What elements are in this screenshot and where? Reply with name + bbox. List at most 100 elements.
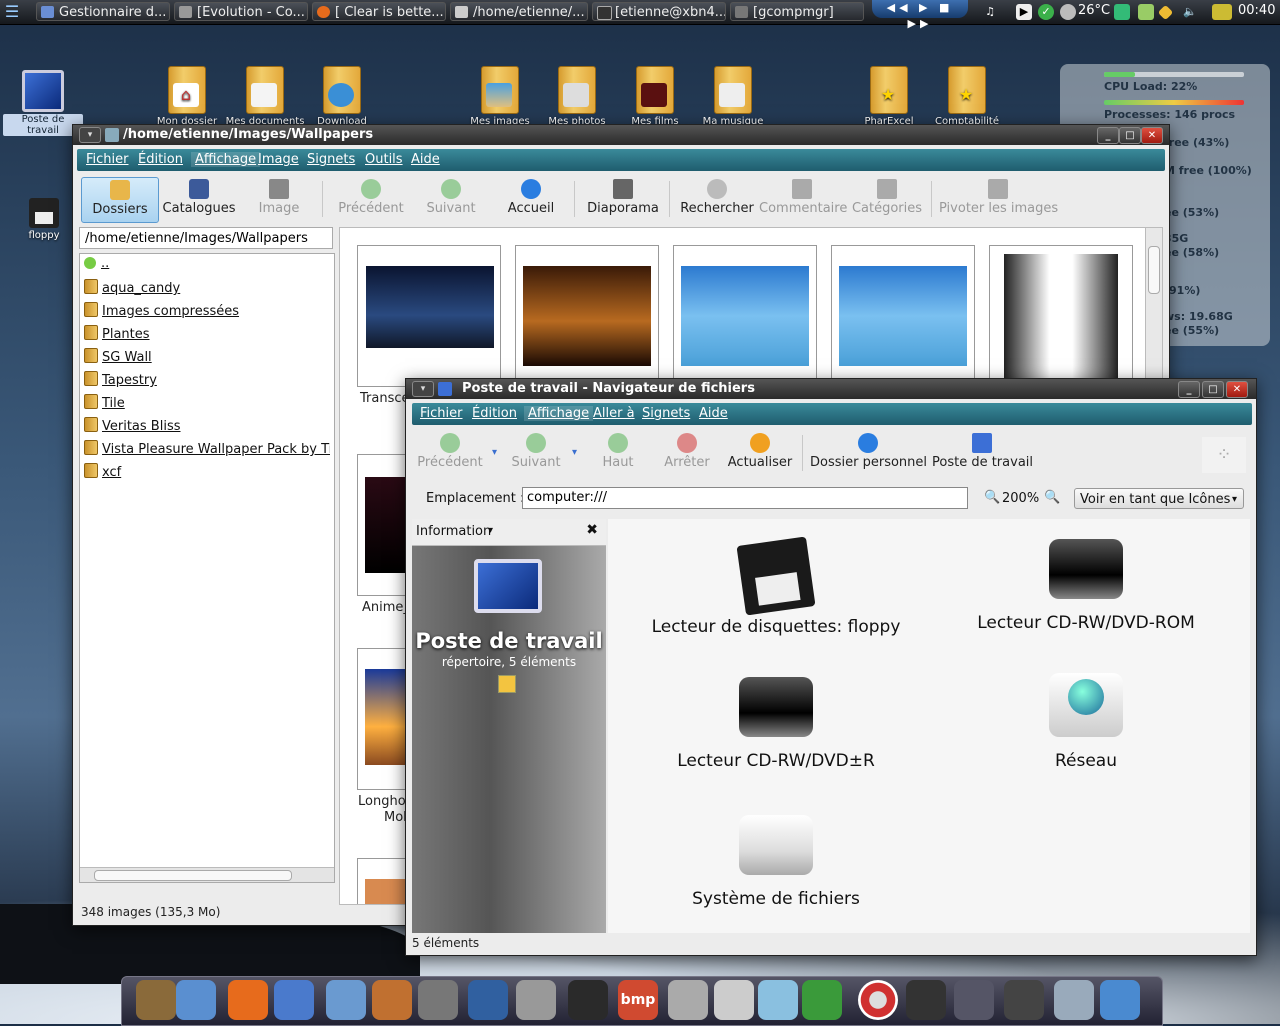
play-icon[interactable]: ▶: [1016, 4, 1032, 20]
volume-icon[interactable]: 🔈: [1182, 4, 1198, 20]
weather-tray-icon[interactable]: [1157, 4, 1174, 21]
eye-icon[interactable]: [568, 980, 608, 1020]
update-tray-icon[interactable]: [1138, 4, 1154, 20]
drive-dvd[interactable]: Lecteur CD-RW/DVD±R: [628, 677, 924, 771]
minimize-button[interactable]: _: [1178, 381, 1200, 398]
mail-icon[interactable]: [1100, 980, 1140, 1020]
calculator-icon[interactable]: [714, 980, 754, 1020]
folder-item[interactable]: Tapestry: [84, 371, 157, 391]
task-firefox[interactable]: [ Clear is bette...: [312, 2, 446, 21]
desktop-icon-mes-films[interactable]: Mes films: [615, 66, 695, 127]
folder-item[interactable]: xcf: [84, 463, 121, 483]
folder-item[interactable]: Tile: [84, 394, 125, 414]
main-menu-icon[interactable]: ☰: [2, 2, 22, 22]
folder-item[interactable]: Veritas Bliss: [84, 417, 181, 437]
desktop-icon-mes-images[interactable]: Mes images: [460, 66, 540, 127]
task-gcompmgr[interactable]: [gcompmgr]: [730, 2, 864, 21]
gthumb-titlebar[interactable]: ▾ /home/etienne/Images/Wallpapers _ □ ✕: [73, 125, 1169, 145]
finder-icon[interactable]: [136, 980, 176, 1020]
monitor-icon[interactable]: [954, 980, 994, 1020]
catalogues-button[interactable]: Catalogues: [161, 177, 237, 221]
maximize-button[interactable]: □: [1202, 381, 1224, 398]
pivoter-button[interactable]: Pivoter les images: [939, 177, 1058, 221]
diaporama-button[interactable]: Diaporama: [583, 177, 663, 221]
scrollbar-thumb[interactable]: [94, 870, 292, 881]
camera-icon[interactable]: [516, 980, 556, 1020]
location-input[interactable]: [522, 487, 968, 509]
drive-network[interactable]: Réseau: [938, 673, 1234, 771]
menu-edition[interactable]: Édition: [138, 152, 183, 167]
folder-item[interactable]: Vista Pleasure Wallpaper Pack by Tinku: [84, 440, 330, 460]
lifebuoy-icon[interactable]: [858, 980, 898, 1020]
forward-history-arrow[interactable]: ▾: [572, 447, 577, 458]
thumbnail[interactable]: [989, 245, 1133, 387]
menu-outils[interactable]: Outils: [365, 152, 403, 167]
desktop-icon-mes-documents[interactable]: Mes documents: [225, 66, 305, 127]
desktop-icon-mes-photos[interactable]: Mes photos: [537, 66, 617, 127]
nautilus-titlebar[interactable]: ▾ Poste de travail - Navigateur de fichi…: [406, 379, 1256, 399]
reload-button[interactable]: Actualiser: [724, 431, 796, 475]
drive-filesystem[interactable]: Système de fichiers: [628, 815, 924, 909]
back-button[interactable]: Précédent: [412, 431, 488, 475]
thumbnail[interactable]: [357, 245, 501, 387]
folder-item[interactable]: Plantes: [84, 325, 150, 345]
menu-fichier[interactable]: Fichier: [420, 406, 463, 421]
menu-affichage[interactable]: Affichage: [191, 152, 261, 167]
music-note-icon[interactable]: ♫: [982, 4, 998, 20]
task-gestionnaire[interactable]: Gestionnaire d...: [36, 2, 170, 21]
drive-cdrom[interactable]: Lecteur CD-RW/DVD-ROM: [938, 539, 1234, 633]
zoom-level[interactable]: 200%: [1002, 491, 1039, 506]
photo-icon[interactable]: [326, 980, 366, 1020]
network-icon[interactable]: [274, 980, 314, 1020]
close-button[interactable]: ✕: [1141, 127, 1163, 144]
desktop-icon-mon-dossier[interactable]: ⌂ Mon dossier: [147, 66, 227, 127]
window-menu-button[interactable]: ▾: [412, 381, 434, 397]
image-button[interactable]: Image: [241, 177, 317, 221]
window-menu-button[interactable]: ▾: [79, 127, 101, 143]
folder-item[interactable]: Images compressées: [84, 302, 239, 322]
drive-floppy[interactable]: Lecteur de disquettes: floppy: [628, 536, 924, 637]
media-controls[interactable]: ◀◀ ▶ ■ ▶▶: [872, 0, 968, 30]
spreadsheet-icon[interactable]: [802, 980, 842, 1020]
desktop-icon-ma-musique[interactable]: Ma musique: [693, 66, 773, 127]
task-evolution[interactable]: [Evolution - Co...: [174, 2, 308, 21]
computer-button[interactable]: Poste de travail: [932, 431, 1033, 475]
gimp-icon[interactable]: [418, 980, 458, 1020]
bmp-icon[interactable]: bmp: [618, 980, 658, 1020]
thumbnail[interactable]: [831, 245, 975, 387]
task-folder[interactable]: /home/etienne/...: [450, 2, 588, 21]
desktop-icon-download[interactable]: Download: [302, 66, 382, 127]
precedent-button[interactable]: Précédent: [331, 177, 411, 221]
menu-aller-a[interactable]: Aller à: [593, 406, 635, 421]
folder-item-parent[interactable]: ..: [84, 256, 109, 276]
menu-aide[interactable]: Aide: [411, 152, 440, 167]
inkscape-icon[interactable]: [468, 980, 508, 1020]
commentaire-button[interactable]: Commentaire: [759, 177, 847, 221]
suivant-button[interactable]: Suivant: [415, 177, 487, 221]
menu-edition[interactable]: Édition: [472, 406, 517, 421]
gallery-icon[interactable]: [372, 980, 412, 1020]
menu-signets[interactable]: Signets: [307, 152, 355, 167]
zoom-in-icon[interactable]: 🔍: [1044, 490, 1060, 505]
notes-icon[interactable]: [758, 980, 798, 1020]
maximize-button[interactable]: □: [1119, 127, 1141, 144]
pen-icon[interactable]: [176, 980, 216, 1020]
horizontal-scrollbar[interactable]: [80, 867, 334, 882]
menu-image[interactable]: Image: [258, 152, 299, 167]
view-mode-select[interactable]: Voir en tant que Icônes ▾: [1074, 488, 1244, 509]
system-monitor-icon[interactable]: [1212, 4, 1232, 20]
back-history-arrow[interactable]: ▾: [492, 447, 497, 458]
forward-button[interactable]: Suivant: [504, 431, 568, 475]
terminal-icon[interactable]: [906, 980, 946, 1020]
close-button[interactable]: ✕: [1226, 381, 1248, 398]
menu-fichier[interactable]: Fichier: [86, 152, 129, 167]
check-icon[interactable]: ✓: [1038, 4, 1054, 20]
desktop-icon-comptabilite[interactable]: ★ Comptabilité: [927, 66, 1007, 127]
network-tray-icon[interactable]: [1114, 4, 1130, 20]
task-terminal[interactable]: [etienne@xbn4...: [592, 2, 726, 21]
stop-button[interactable]: Arrêter: [656, 431, 718, 475]
cd-icon[interactable]: [668, 980, 708, 1020]
folder-item[interactable]: SG Wall: [84, 348, 152, 368]
folder-item[interactable]: aqua_candy: [84, 279, 180, 299]
up-button[interactable]: Haut: [590, 431, 646, 475]
